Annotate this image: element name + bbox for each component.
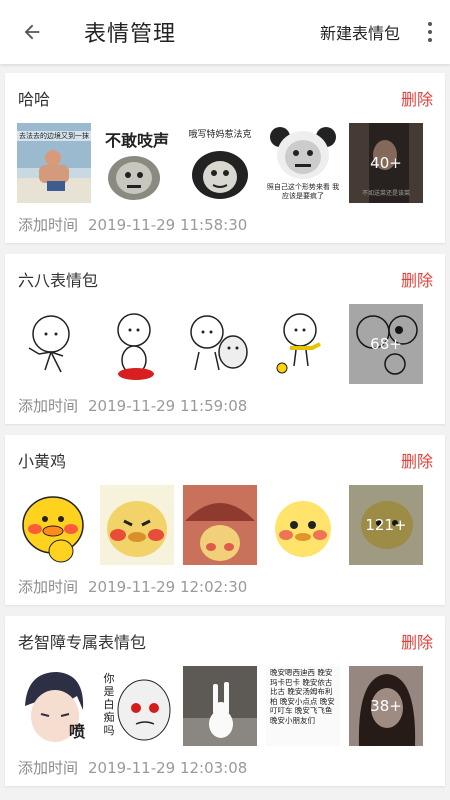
added-time: 添加时间 2019-11-29 12:03:08 <box>18 759 248 777</box>
sticker-group-card: 六八表情包 删除 68+ 添加时间 2019-11-29 11:59:08 <box>5 254 445 424</box>
group-name: 六八表情包 <box>18 271 99 290</box>
sticker-group-card: 哈哈 删除 去法去的边境又到一抹 不敢吱声 哦写特妈惹法克 照自己这个形势来看 … <box>5 73 445 243</box>
sticker-thumbnail[interactable]: 哦写特妈惹法克 <box>183 123 257 203</box>
delete-button[interactable]: 删除 <box>401 267 433 291</box>
sticker-group-card: 小黄鸡 删除 121+ 添加时间 2019-11-29 12:02:30 <box>5 435 445 605</box>
delete-button[interactable]: 删除 <box>401 86 433 110</box>
more-count-badge: 40+ <box>349 123 423 203</box>
sticker-thumbnail[interactable] <box>17 485 91 565</box>
group-name: 小黄鸡 <box>18 452 67 471</box>
sticker-thumbnail[interactable] <box>183 304 257 384</box>
delete-button[interactable]: 删除 <box>401 448 433 472</box>
more-menu-button[interactable] <box>418 12 442 52</box>
added-time: 添加时间 2019-11-29 11:58:30 <box>18 216 248 234</box>
sticker-thumbnail[interactable] <box>100 485 174 565</box>
sticker-thumbnail[interactable] <box>183 485 257 565</box>
sticker-thumbnail[interactable]: 去法去的边境又到一抹 <box>17 123 91 203</box>
sticker-thumbnail[interactable] <box>17 304 91 384</box>
sticker-thumbnail[interactable]: 不敢吱声 <box>100 123 174 203</box>
sticker-group-list: 哈哈 删除 去法去的边境又到一抹 不敢吱声 哦写特妈惹法克 照自己这个形势来看 … <box>0 64 450 786</box>
added-time: 添加时间 2019-11-29 11:59:08 <box>18 397 248 415</box>
sticker-thumbnail[interactable]: 38+ <box>349 666 423 746</box>
sticker-thumbnail[interactable]: 晚安嗯西迪西 晚安玛卡巴卡 晚安依古比古 晚安汤姆布利柏 晚安小点点 晚安叮叮车… <box>266 666 340 746</box>
sticker-thumbnail[interactable] <box>100 304 174 384</box>
group-name: 哈哈 <box>18 90 51 109</box>
sticker-thumbnail[interactable]: 你是白痴吗 <box>100 666 174 746</box>
sticker-thumbnail[interactable]: 喷 <box>17 666 91 746</box>
group-name: 老智障专属表情包 <box>18 633 147 652</box>
sticker-thumbnail[interactable] <box>266 304 340 384</box>
more-count-badge: 121+ <box>349 485 423 565</box>
more-count-badge: 68+ <box>349 304 423 384</box>
sticker-thumbnail[interactable]: 121+ <box>349 485 423 565</box>
new-sticker-pack-button[interactable]: 新建表情包 <box>320 20 400 44</box>
delete-button[interactable]: 删除 <box>401 629 433 653</box>
sticker-thumbnail[interactable] <box>266 485 340 565</box>
sticker-group-card: 老智障专属表情包 删除 喷 你是白痴吗 晚安嗯西迪西 晚安玛卡巴卡 晚安依古比古… <box>5 616 445 786</box>
sticker-thumbnail[interactable]: 照自己这个形势来看 我应该是要疯了 <box>266 123 340 203</box>
page-title: 表情管理 <box>84 22 177 47</box>
added-time: 添加时间 2019-11-29 12:02:30 <box>18 578 248 596</box>
more-vert-icon <box>428 22 432 26</box>
back-button[interactable] <box>16 16 48 48</box>
sticker-thumbnail[interactable]: 68+ <box>349 304 423 384</box>
sticker-thumbnail[interactable]: 不如送菜还是该菜 40+ <box>349 123 423 203</box>
app-bar: 表情管理 新建表情包 <box>0 0 450 64</box>
arrow-left-icon <box>24 24 40 40</box>
more-count-badge: 38+ <box>349 666 423 746</box>
sticker-thumbnail[interactable] <box>183 666 257 746</box>
